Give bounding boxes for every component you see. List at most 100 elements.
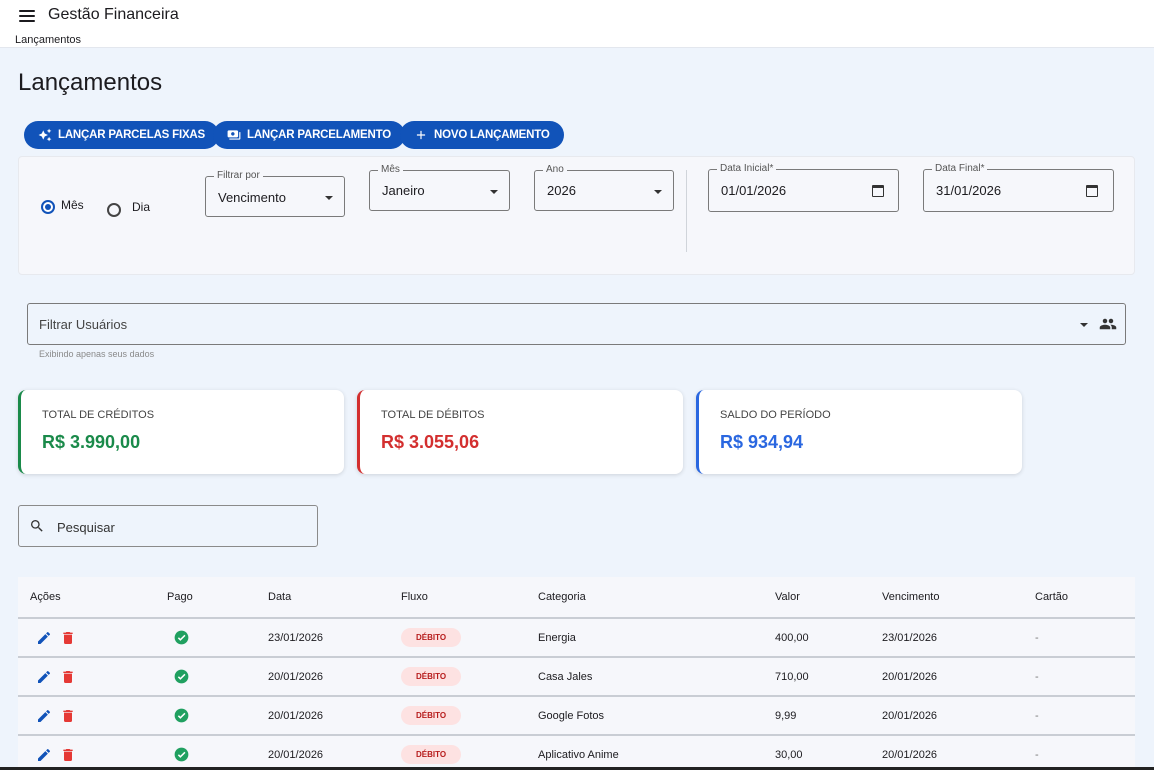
header-due[interactable]: Vencimento bbox=[882, 577, 939, 617]
caret-down-icon bbox=[654, 190, 662, 194]
new-entry-label: NOVO LANÇAMENTO bbox=[434, 129, 550, 141]
installments-button[interactable]: LANÇAR PARCELAMENTO bbox=[213, 121, 405, 149]
debits-value: R$ 3.055,06 bbox=[381, 432, 480, 452]
cell-date: 20/01/2026 bbox=[268, 709, 324, 722]
credits-value: R$ 3.990,00 bbox=[42, 432, 141, 452]
header-value[interactable]: Valor bbox=[775, 577, 800, 617]
year-label: Ano bbox=[543, 164, 567, 175]
credits-card: TOTAL DE CRÉDITOS R$ 3.990,00 bbox=[18, 390, 344, 474]
delete-icon[interactable] bbox=[60, 747, 76, 763]
cell-value: 9,99 bbox=[775, 709, 797, 722]
month-select[interactable]: Mês Janeiro bbox=[369, 164, 510, 211]
fixed-installments-label: LANÇAR PARCELAS FIXAS bbox=[58, 129, 206, 141]
year-select[interactable]: Ano 2026 bbox=[534, 164, 674, 211]
header-flow[interactable]: Fluxo bbox=[401, 577, 428, 617]
credits-label: TOTAL DE CRÉDITOS bbox=[42, 409, 155, 421]
cell-due: 20/01/2026 bbox=[882, 748, 938, 761]
users-filter-helper: Exibindo apenas seus dados bbox=[39, 349, 155, 359]
filter-divider bbox=[686, 170, 687, 252]
month-label: Mês bbox=[378, 164, 403, 175]
end-date-value: 31/01/2026 bbox=[936, 183, 1002, 198]
filter-by-value: Vencimento bbox=[218, 190, 286, 205]
radio-month-circle[interactable] bbox=[35, 194, 65, 224]
header-date[interactable]: Data bbox=[268, 577, 291, 617]
end-date-label: Data Final* bbox=[932, 163, 988, 174]
plus-icon bbox=[416, 130, 426, 140]
cell-category: Energia bbox=[538, 631, 576, 644]
paid-check-icon[interactable] bbox=[174, 630, 189, 645]
cell-value: 400,00 bbox=[775, 631, 809, 644]
cell-card: - bbox=[1035, 631, 1039, 644]
flow-badge: DÉBITO bbox=[401, 628, 462, 647]
edit-icon[interactable] bbox=[36, 630, 52, 646]
page-title: Lançamentos bbox=[18, 69, 163, 96]
flow-badge: DÉBITO bbox=[401, 667, 462, 686]
new-entry-button[interactable]: NOVO LANÇAMENTO bbox=[400, 121, 564, 149]
paid-check-icon[interactable] bbox=[174, 669, 189, 684]
debits-card: TOTAL DE DÉBITOS R$ 3.055,06 bbox=[357, 390, 683, 474]
cell-value: 30,00 bbox=[775, 748, 803, 761]
balance-value: R$ 934,94 bbox=[720, 432, 804, 452]
cell-card: - bbox=[1035, 709, 1039, 722]
header-category[interactable]: Categoria bbox=[538, 577, 586, 617]
auto-awesome-icon bbox=[38, 128, 52, 142]
people-icon bbox=[1099, 318, 1117, 330]
table-row[interactable]: 20/01/2026 DÉBITO Aplicativo Anime 30,00… bbox=[18, 736, 1135, 770]
menu-icon[interactable] bbox=[19, 9, 35, 23]
caret-down-icon bbox=[490, 190, 498, 194]
search-input[interactable]: Pesquisar bbox=[18, 505, 318, 547]
delete-icon[interactable] bbox=[60, 708, 76, 724]
edit-icon[interactable] bbox=[36, 669, 52, 685]
table-row[interactable]: 20/01/2026 DÉBITO Google Fotos 9,99 20/0… bbox=[18, 697, 1135, 736]
cell-date: 20/01/2026 bbox=[268, 670, 324, 683]
flow-badge: DÉBITO bbox=[401, 706, 462, 725]
calendar-icon[interactable] bbox=[1086, 185, 1098, 197]
start-date-value: 01/01/2026 bbox=[721, 183, 787, 198]
edit-icon[interactable] bbox=[36, 747, 52, 763]
cell-card: - bbox=[1035, 670, 1039, 683]
table-row[interactable]: 23/01/2026 DÉBITO Energia 400,00 23/01/2… bbox=[18, 619, 1135, 658]
radio-month-label: Mês bbox=[61, 198, 84, 212]
cell-card: - bbox=[1035, 748, 1039, 761]
app-bar: Gestão Financeira Lançamentos bbox=[0, 0, 1154, 48]
delete-icon[interactable] bbox=[60, 669, 76, 685]
cell-due: 20/01/2026 bbox=[882, 709, 938, 722]
filter-by-select[interactable]: Filtrar por Vencimento bbox=[205, 170, 345, 217]
search-placeholder: Pesquisar bbox=[57, 520, 115, 535]
search-icon bbox=[31, 520, 43, 532]
breadcrumb[interactable]: Lançamentos bbox=[15, 34, 81, 46]
cell-value: 710,00 bbox=[775, 670, 809, 683]
radio-day-label: Dia bbox=[132, 199, 151, 214]
flow-badge: DÉBITO bbox=[401, 745, 462, 764]
users-filter-select[interactable]: Filtrar Usuários bbox=[27, 303, 1126, 345]
paid-check-icon[interactable] bbox=[174, 747, 189, 762]
filter-by-label: Filtrar por bbox=[214, 170, 263, 181]
end-date-field[interactable]: Data Final* 31/01/2026 bbox=[923, 163, 1114, 212]
cell-category: Aplicativo Anime bbox=[538, 748, 619, 761]
delete-icon[interactable] bbox=[60, 630, 76, 646]
month-value: Janeiro bbox=[382, 183, 425, 198]
radio-day-circle[interactable] bbox=[107, 203, 121, 217]
installments-label: LANÇAR PARCELAMENTO bbox=[247, 129, 391, 141]
balance-card: SALDO DO PERÍODO R$ 934,94 bbox=[696, 390, 1022, 474]
calendar-icon[interactable] bbox=[872, 185, 884, 197]
cell-due: 23/01/2026 bbox=[882, 631, 938, 644]
caret-down-icon bbox=[325, 196, 333, 200]
payments-icon bbox=[227, 130, 241, 140]
cell-category: Casa Jales bbox=[538, 670, 593, 683]
paid-check-icon[interactable] bbox=[174, 708, 189, 723]
fixed-installments-button[interactable]: LANÇAR PARCELAS FIXAS bbox=[24, 121, 220, 149]
debits-label: TOTAL DE DÉBITOS bbox=[381, 409, 485, 421]
table-row[interactable]: 20/01/2026 DÉBITO Casa Jales 710,00 20/0… bbox=[18, 658, 1135, 697]
header-paid[interactable]: Pago bbox=[167, 577, 193, 617]
radio-month[interactable]: Mês bbox=[35, 194, 84, 224]
cell-date: 20/01/2026 bbox=[268, 748, 324, 761]
app-title: Gestão Financeira bbox=[48, 6, 179, 23]
radio-day[interactable]: Dia bbox=[107, 199, 151, 217]
header-actions: Ações bbox=[30, 591, 61, 603]
header-card[interactable]: Cartão bbox=[1035, 577, 1068, 617]
start-date-field[interactable]: Data Inicial* 01/01/2026 bbox=[708, 163, 899, 212]
edit-icon[interactable] bbox=[36, 708, 52, 724]
balance-label: SALDO DO PERÍODO bbox=[720, 409, 831, 421]
entries-table: Ações Pago Data Fluxo Categoria Valor Ve… bbox=[18, 577, 1135, 770]
